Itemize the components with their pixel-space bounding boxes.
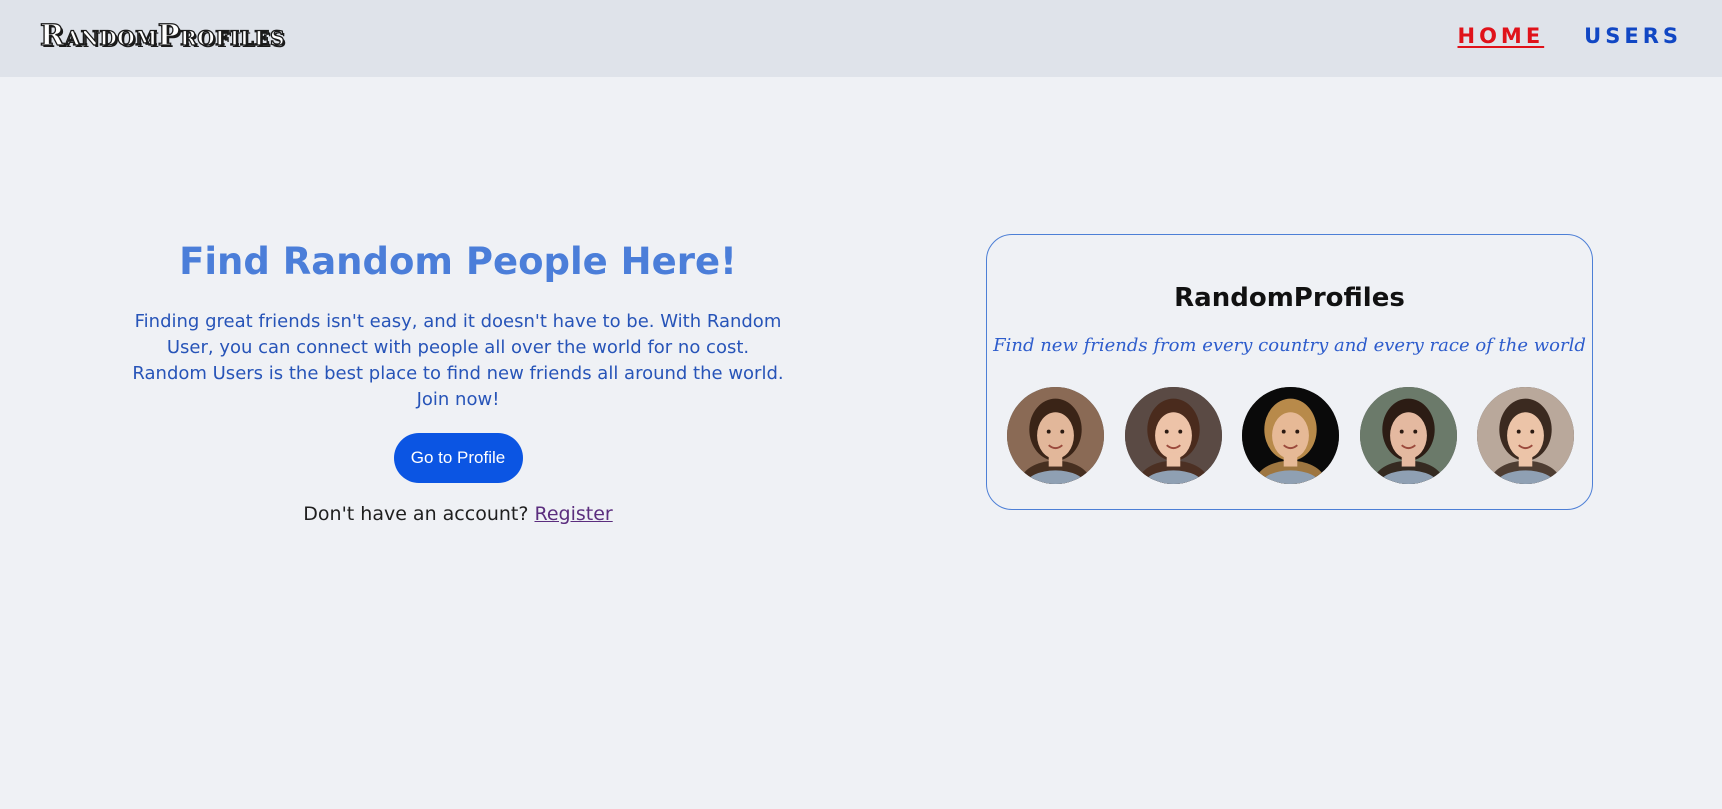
- nav-users-link[interactable]: USERS: [1584, 24, 1682, 48]
- profiles-card: RandomProfiles Find new friends from eve…: [986, 234, 1593, 510]
- avatar-man-2: [1477, 387, 1574, 484]
- site-logo[interactable]: RandomProfiles: [39, 17, 285, 52]
- avatar-woman-3: [1359, 387, 1457, 484]
- main-nav: HOME USERS: [1458, 24, 1683, 48]
- go-to-profile-button[interactable]: Go to Profile: [393, 433, 523, 483]
- signup-prompt: Don't have an account? Register: [130, 503, 786, 525]
- signup-prompt-text: Don't have an account?: [303, 503, 529, 525]
- avatar-row: [1007, 387, 1574, 484]
- top-header: RandomProfiles HOME USERS: [0, 0, 1722, 77]
- hero-description: Finding great friends isn't easy, and it…: [132, 311, 784, 410]
- avatar-man-1: [1242, 387, 1339, 484]
- card-title: RandomProfiles: [1174, 283, 1405, 313]
- card-subtitle: Find new friends from every country and …: [993, 335, 1586, 356]
- hero-section: Find Random People Here! Finding great f…: [130, 240, 786, 525]
- nav-home-link[interactable]: HOME: [1458, 24, 1545, 48]
- avatar-woman-1: [1007, 387, 1104, 484]
- hero-title: Find Random People Here!: [179, 240, 737, 283]
- register-link[interactable]: Register: [534, 503, 612, 525]
- avatar-woman-2: [1124, 387, 1222, 484]
